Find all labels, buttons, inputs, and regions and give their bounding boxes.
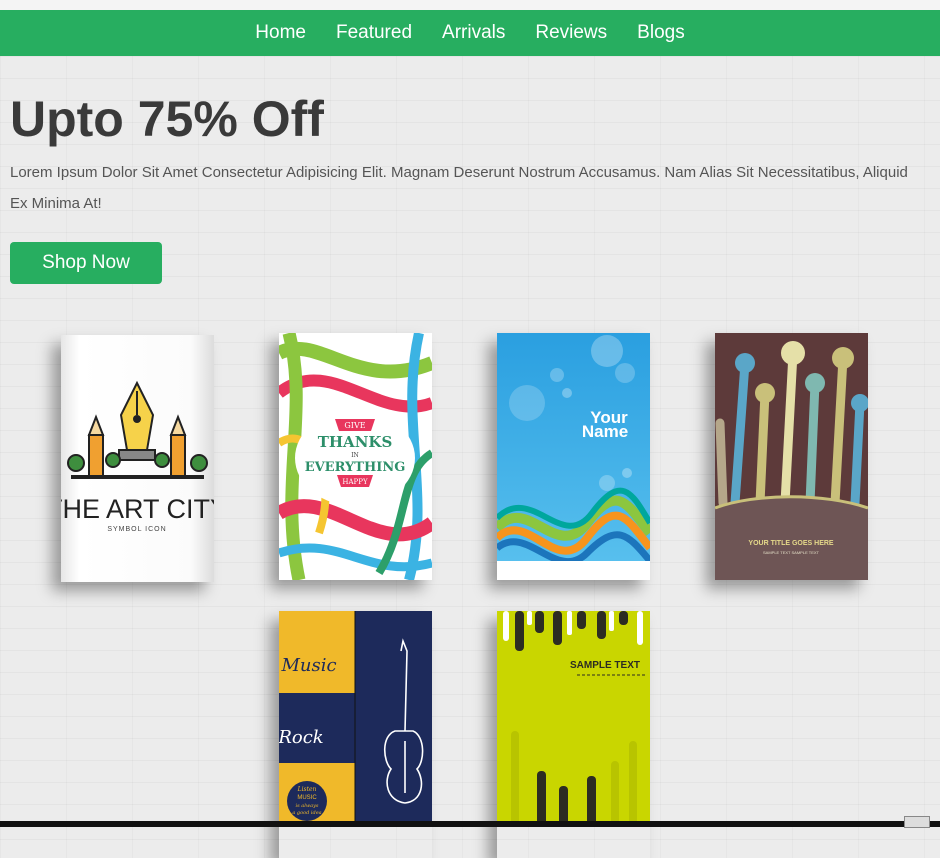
nav-arrivals-link[interactable]: Arrivals xyxy=(427,22,520,44)
book-your-name[interactable]: Your Name xyxy=(497,333,650,580)
hero-title: Upto 75% Off xyxy=(10,91,324,147)
nav-reviews-link[interactable]: Reviews xyxy=(520,22,622,44)
book-hands[interactable]: YOUR TITLE GOES HERE SAMPLE TEXT SAMPLE … xyxy=(715,333,868,580)
shop-now-button[interactable]: Shop Now xyxy=(10,242,162,284)
hands-subtitle: SAMPLE TEXT SAMPLE TEXT xyxy=(763,550,820,555)
badge-music: MUSIC xyxy=(297,795,317,801)
nav-blogs-link[interactable]: Blogs xyxy=(622,22,700,44)
art-city-subtitle: SYMBOL ICON xyxy=(107,526,166,533)
book-art-city[interactable]: THE ART CITY SYMBOL ICON xyxy=(61,335,214,582)
art-city-title: THE ART CITY xyxy=(61,494,214,524)
hands-title: YOUR TITLE GOES HERE xyxy=(748,540,834,547)
book-give-thanks[interactable]: GIVE THANKS IN EVERYTHING HAPPY xyxy=(279,333,432,580)
window-bottom-bar xyxy=(0,821,940,827)
top-strip xyxy=(0,0,940,10)
thanks-line-happy: HAPPY xyxy=(342,478,368,486)
thanks-line-in: IN xyxy=(351,452,359,459)
nav-home-link[interactable]: Home xyxy=(240,22,321,44)
navbar: Home Featured Arrivals Reviews Blogs xyxy=(0,10,940,56)
hero-description: Lorem Ipsum Dolor Sit Amet Consectetur A… xyxy=(10,164,908,212)
scroll-corner[interactable] xyxy=(904,816,930,828)
rock-word: Rock xyxy=(279,727,324,748)
nav-featured-link[interactable]: Featured xyxy=(321,22,427,44)
badge-good-idea: a good idea xyxy=(292,810,321,816)
badge-always: is always xyxy=(296,803,319,809)
sample-title: SAMPLE TEXT xyxy=(570,660,640,671)
music-word: Music xyxy=(280,655,336,676)
your-name-line2: Name xyxy=(582,422,628,441)
badge-listen: Listen xyxy=(297,786,317,793)
thanks-line-give: GIVE xyxy=(344,421,365,430)
thanks-line-thanks: THANKS xyxy=(318,433,393,451)
thanks-line-everything: EVERYTHING xyxy=(305,460,406,475)
